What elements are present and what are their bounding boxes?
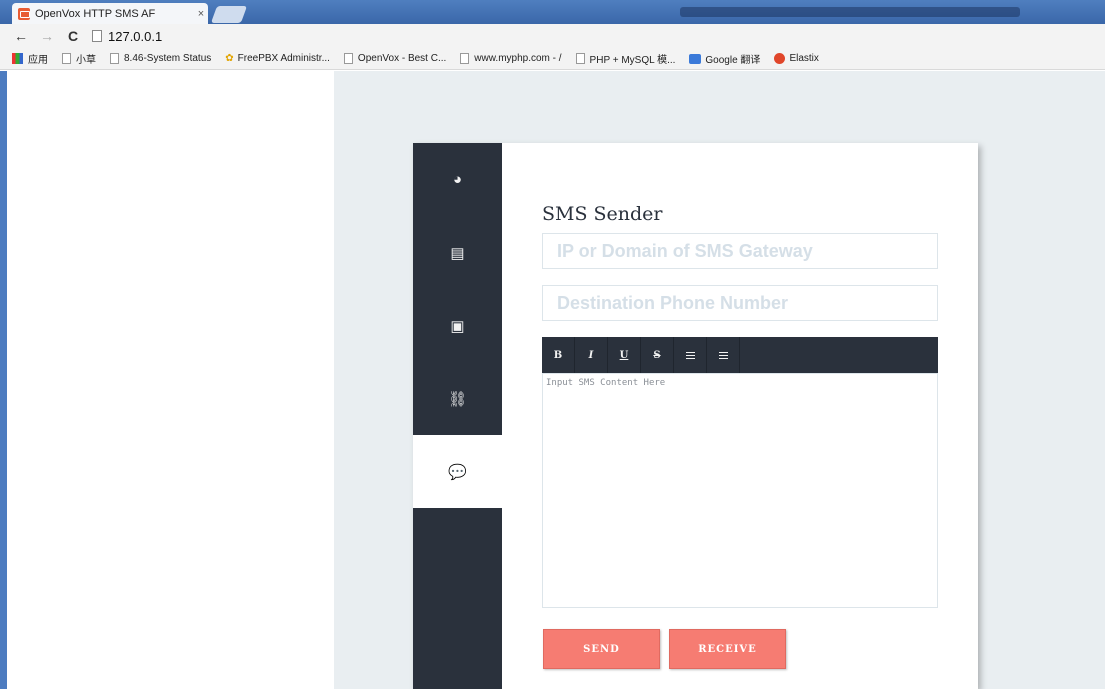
reload-button[interactable]: C <box>66 28 80 44</box>
bold-button[interactable]: B <box>542 337 575 373</box>
sidebar-item-dashboard[interactable]: ◕ <box>413 143 502 216</box>
page-viewport: ◕ ▤ ▣ ⛓ 💬 SMS Sender B I U S <box>0 71 1105 689</box>
bookmark-item[interactable]: Elastix <box>774 53 819 64</box>
numbered-list-button[interactable] <box>707 337 740 373</box>
bullet-list-button[interactable] <box>674 337 707 373</box>
bookmarks-bar: 应用 小草 8.46-System Status ✿ FreePBX Admini… <box>0 48 1105 70</box>
bookmark-label: FreePBX Administr... <box>237 53 330 64</box>
strikethrough-button[interactable]: S <box>641 337 674 373</box>
bookmark-label: 应用 <box>28 55 48 66</box>
italic-button[interactable]: I <box>575 337 608 373</box>
browser-tab[interactable]: OpenVox HTTP SMS AF × <box>12 3 208 24</box>
elastix-icon <box>774 53 786 64</box>
window-left-edge <box>0 71 7 689</box>
bookmark-apps[interactable]: 应用 <box>12 51 48 66</box>
tab-title: OpenVox HTTP SMS AF <box>35 7 156 20</box>
underline-button[interactable]: U <box>608 337 641 373</box>
bullet-list-icon <box>685 351 695 359</box>
bookmark-label: Elastix <box>789 53 819 64</box>
bookmark-item[interactable]: OpenVox - Best C... <box>343 53 447 64</box>
phone-number-input[interactable] <box>542 285 938 321</box>
bookmark-label: www.myphp.com - / <box>474 53 562 64</box>
bookmark-item[interactable]: ✿ FreePBX Administr... <box>225 53 330 64</box>
bookmark-item[interactable]: PHP + MySQL 模... <box>575 51 676 66</box>
sidebar-item-image[interactable]: ▣ <box>413 289 502 362</box>
bookmark-label: OpenVox - Best C... <box>357 53 447 64</box>
forward-button[interactable]: → <box>40 28 54 44</box>
new-tab-button[interactable] <box>210 6 248 23</box>
address-bar[interactable]: 127.0.0.1 <box>92 29 162 44</box>
page-icon <box>62 53 71 64</box>
bookmark-item[interactable]: Google 翻译 <box>689 51 760 66</box>
sms-content-textarea[interactable] <box>542 373 938 608</box>
titlebar-blurred-area <box>680 7 1020 17</box>
editor-toolbar: B I U S <box>542 337 938 373</box>
page-icon <box>110 53 119 64</box>
sidebar-item-sms[interactable]: 💬 <box>413 435 502 508</box>
bookmark-item[interactable]: 8.46-System Status <box>110 53 211 64</box>
bookmark-label: PHP + MySQL 模... <box>589 55 676 66</box>
gateway-input[interactable] <box>542 233 938 269</box>
back-button[interactable]: ← <box>14 28 28 44</box>
page-icon <box>575 53 585 64</box>
bookmark-item[interactable]: www.myphp.com - / <box>460 53 562 64</box>
openvox-favicon-icon <box>18 7 30 20</box>
receive-button[interactable]: RECEIVE <box>669 629 786 669</box>
sidebar: ◕ ▤ ▣ ⛓ 💬 <box>413 143 502 689</box>
browser-titlebar: OpenVox HTTP SMS AF × <box>0 0 1105 24</box>
browser-toolbar: ← → C 127.0.0.1 <box>0 24 1105 48</box>
apps-icon <box>12 53 23 64</box>
dashboard-icon: ◕ <box>452 171 463 188</box>
sidebar-item-document[interactable]: ▤ <box>413 216 502 289</box>
google-translate-icon <box>689 53 702 64</box>
document-icon: ▤ <box>450 244 465 262</box>
tab-close-icon[interactable]: × <box>194 8 208 20</box>
page-title: SMS Sender <box>542 203 663 225</box>
bookmark-label: 8.46-System Status <box>124 53 212 64</box>
numbered-list-icon <box>718 351 728 359</box>
link-icon: ⛓ <box>447 390 468 408</box>
address-text: 127.0.0.1 <box>108 28 163 44</box>
chat-icon: 💬 <box>448 463 467 481</box>
send-button[interactable]: SEND <box>543 629 660 669</box>
bookmark-label: Google 翻译 <box>705 55 761 66</box>
bookmark-label: 小草 <box>76 55 96 66</box>
image-icon: ▣ <box>450 317 465 335</box>
page-icon <box>460 53 470 64</box>
sidebar-item-link[interactable]: ⛓ <box>413 362 502 435</box>
bookmark-item[interactable]: 小草 <box>62 51 96 66</box>
star-icon: ✿ <box>225 53 234 64</box>
sms-app-card: ◕ ▤ ▣ ⛓ 💬 SMS Sender B I U S <box>413 143 978 689</box>
page-icon <box>343 53 353 64</box>
page-icon <box>92 30 102 42</box>
